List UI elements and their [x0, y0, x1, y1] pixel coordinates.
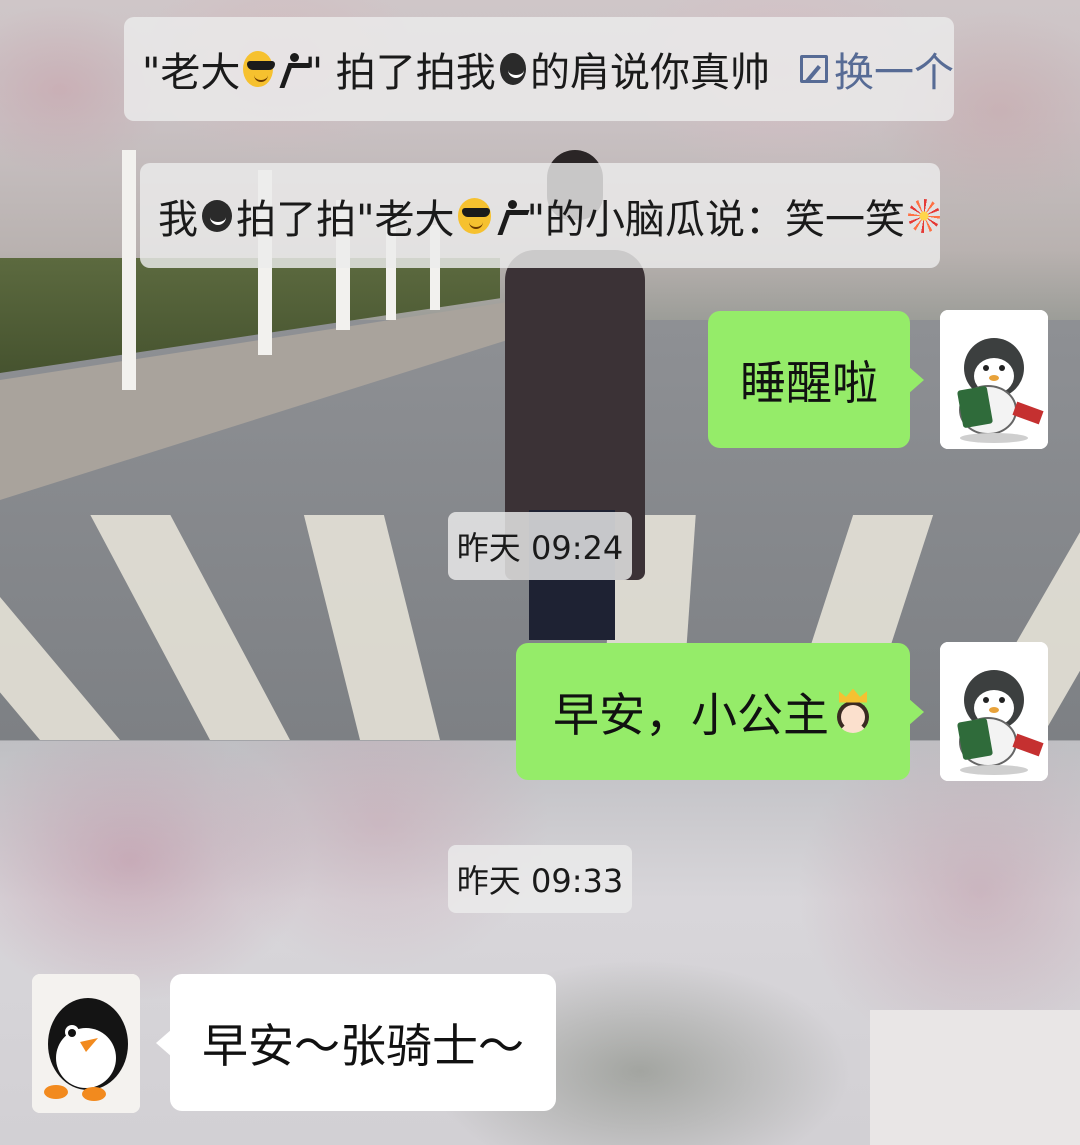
sunglasses-emoji-icon	[243, 51, 275, 87]
change-pat-button[interactable]: 换一个	[800, 40, 954, 98]
building	[870, 1010, 1080, 1145]
tree-trunk	[122, 150, 136, 390]
my-avatar[interactable]	[940, 642, 1048, 781]
penguin-reading-avatar-icon	[940, 310, 1048, 449]
timestamp-text: 昨天 09:33	[456, 862, 624, 900]
edit-icon	[800, 55, 829, 83]
dancing-person-emoji-icon	[278, 51, 303, 87]
sent-message-bubble[interactable]: 早安，小公主	[516, 643, 924, 780]
received-message-bubble[interactable]: 早安～张骑士～	[156, 974, 556, 1111]
contact-avatar[interactable]	[32, 974, 140, 1113]
sent-message-bubble[interactable]: 睡醒啦	[708, 311, 924, 448]
dancing-person-emoji-icon	[496, 198, 524, 234]
pat-notice-text: 拍了拍"老大	[236, 196, 455, 243]
dark-smile-emoji-icon	[499, 53, 527, 85]
penguin-plush-avatar-icon	[32, 974, 140, 1113]
my-avatar[interactable]	[940, 310, 1048, 449]
pat-notice-text: "的小脑瓜说：笑一笑	[526, 196, 906, 243]
fireworks-emoji-icon	[908, 198, 940, 233]
message-text: 睡醒啦	[740, 355, 878, 410]
pat-notice-text: 我	[158, 196, 198, 243]
pat-notice-text: 的肩说你真帅	[530, 50, 771, 96]
princess-emoji-icon	[833, 688, 873, 735]
pat-notice: "老大 " 拍了拍我 的肩说你真帅 换一个	[124, 17, 954, 121]
pat-notice-text: "老大	[142, 50, 241, 96]
change-pat-label: 换一个	[834, 50, 955, 96]
dark-smile-emoji-icon	[202, 199, 233, 232]
message-timestamp: 昨天 09:24	[448, 512, 632, 580]
message-text: 早安～张骑士～	[202, 1018, 524, 1073]
sunglasses-emoji-icon	[457, 197, 492, 234]
message-timestamp: 昨天 09:33	[448, 845, 632, 913]
pat-notice-text: " 拍了拍我	[304, 50, 496, 96]
message-text: 早安，小公主	[553, 687, 829, 742]
penguin-reading-avatar-icon	[940, 642, 1048, 781]
pat-notice: 我 拍了拍"老大 "的小脑瓜说：笑一笑	[140, 163, 940, 268]
timestamp-text: 昨天 09:24	[456, 529, 624, 567]
